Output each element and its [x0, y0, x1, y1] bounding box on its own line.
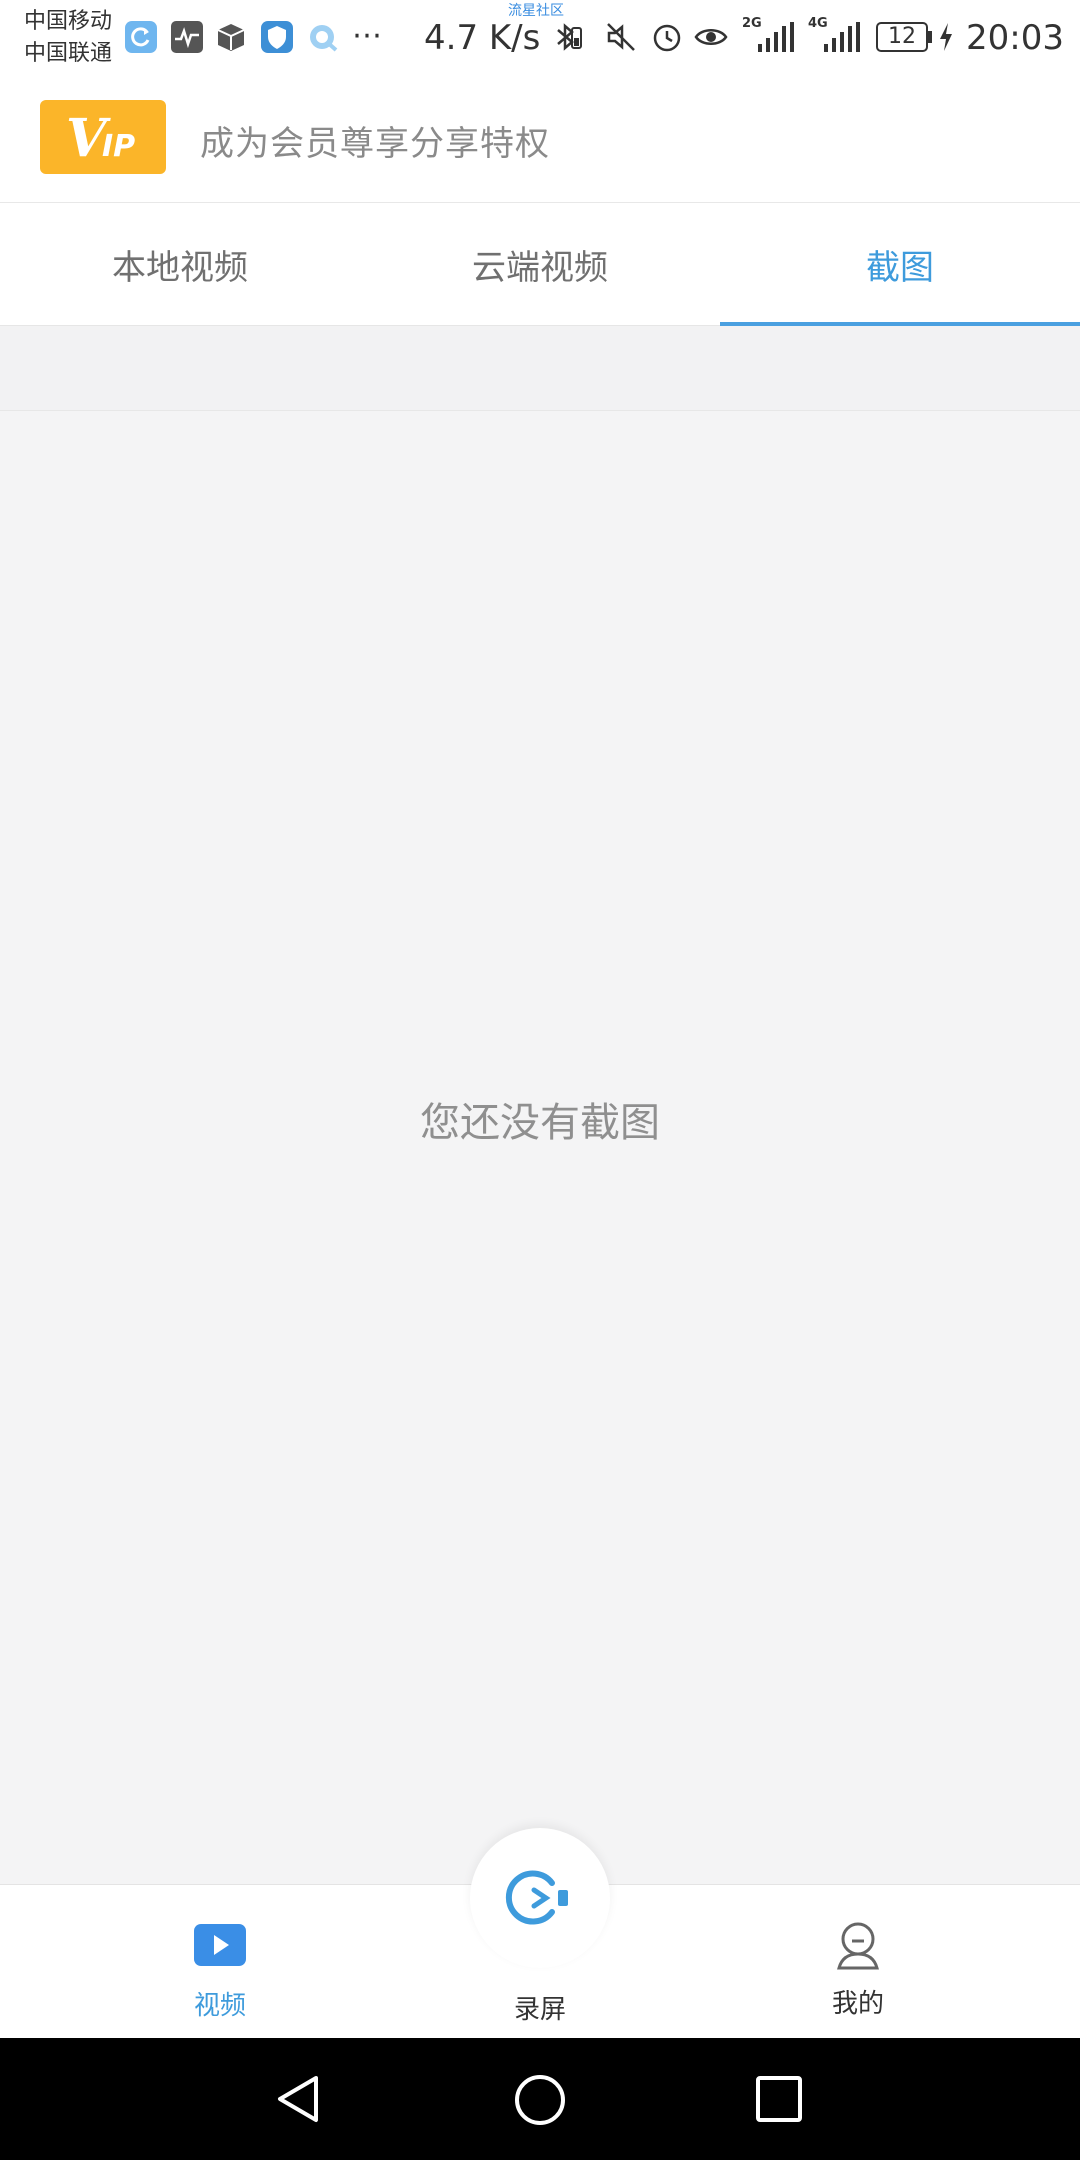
- vip-logo-ip: IP: [102, 129, 135, 164]
- profile-icon: [837, 1922, 879, 1970]
- video-play-icon: [194, 1924, 246, 1966]
- watermark-text: 流星社区: [508, 3, 564, 19]
- nav-videos-label: 视频: [193, 1991, 246, 2021]
- home-icon[interactable]: [512, 2072, 568, 2128]
- tab-screenshots[interactable]: 截图: [720, 203, 1080, 325]
- more-notifications-icon: ⋯: [352, 18, 382, 53]
- system-navigation-bar: [0, 2038, 1080, 2160]
- recents-icon[interactable]: [754, 2074, 804, 2124]
- toolbar-strip: [0, 326, 1080, 411]
- vip-banner[interactable]: V IP 成为会员尊享分享特权: [0, 82, 1080, 203]
- browser-app-icon: [310, 25, 338, 52]
- nav-record-label: 录屏: [513, 1995, 566, 2025]
- network-speed: 4.7 K/s: [424, 18, 541, 58]
- record-screen-button[interactable]: [470, 1828, 610, 1968]
- record-icon: [505, 1870, 568, 1925]
- empty-state-message: 您还没有截图: [420, 1100, 660, 1146]
- battery-indicator: 12: [876, 22, 928, 52]
- battery-tip: [928, 31, 932, 43]
- tab-bar: 本地视频 云端视频 截图: [0, 203, 1080, 326]
- tab-local-videos[interactable]: 本地视频: [0, 203, 360, 325]
- bluetooth-icon: [557, 23, 582, 51]
- status-bar: 中国移动 中国联通 ⋯ 流星社区 4.7 K/s 2G 4G 12 20:03: [0, 0, 1080, 82]
- charging-icon: [940, 23, 952, 51]
- signal-strength-1-icon: [758, 22, 794, 52]
- nav-videos[interactable]: 视频: [120, 1923, 320, 2022]
- nav-mine-label: 我的: [831, 1989, 884, 2019]
- vip-logo-icon: V IP: [66, 108, 135, 169]
- sync-app-icon: [125, 21, 157, 53]
- clock: 20:03: [966, 18, 1064, 58]
- vip-promo-text[interactable]: 成为会员尊享分享特权: [200, 116, 550, 165]
- nav-record[interactable]: 录屏: [440, 1989, 640, 2026]
- nav-mine[interactable]: 我的: [758, 1919, 958, 2020]
- monitor-app-icon: [171, 21, 203, 53]
- carrier-2: 中国联通: [24, 41, 113, 66]
- carrier-1: 中国移动: [24, 9, 113, 34]
- tab-cloud-videos[interactable]: 云端视频: [360, 203, 720, 325]
- box-app-icon: [217, 24, 245, 51]
- eye-comfort-icon: [694, 29, 728, 45]
- signal-strength-2-icon: [824, 22, 860, 52]
- vip-badge[interactable]: V IP: [40, 100, 166, 174]
- shield-app-icon: [261, 21, 293, 53]
- alarm-icon: [653, 24, 681, 52]
- mute-icon: [607, 23, 635, 51]
- back-icon[interactable]: [272, 2072, 326, 2126]
